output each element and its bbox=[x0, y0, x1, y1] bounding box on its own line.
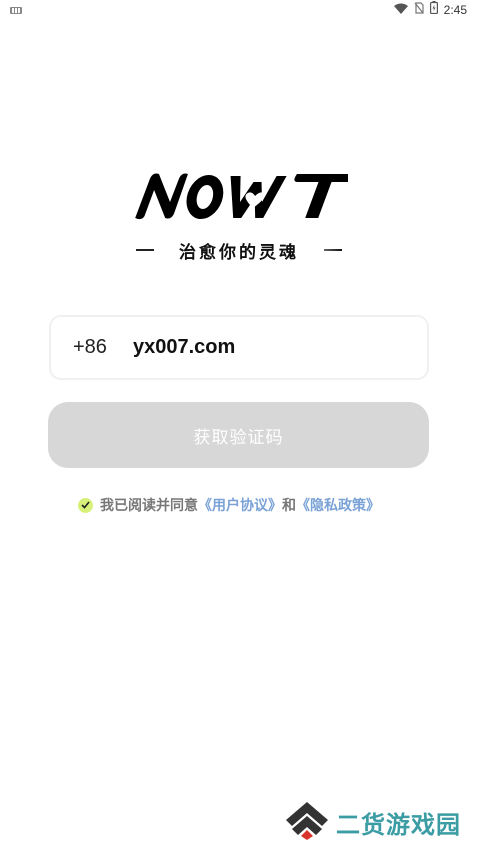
user-agreement-link[interactable]: 《用户协议》 bbox=[198, 495, 282, 515]
status-right: 2:45 bbox=[393, 1, 467, 19]
phone-input[interactable] bbox=[133, 327, 403, 368]
country-code[interactable]: +86 bbox=[73, 336, 133, 359]
slogan-row: 治愈你的灵魂 bbox=[136, 238, 342, 263]
slogan-dash-right bbox=[324, 249, 342, 251]
keyboard-icon bbox=[10, 6, 22, 14]
status-bar: 2:45 bbox=[0, 0, 477, 20]
watermark: 二货游戏园 bbox=[284, 800, 474, 844]
status-time: 2:45 bbox=[443, 3, 467, 17]
privacy-policy-link[interactable]: 《隐私政策》 bbox=[296, 495, 380, 515]
login-screen: 2:45 治愈你的灵魂 +86 yx007.com 获取验证码 我已阅读并同意 … bbox=[0, 0, 477, 848]
phone-input-box[interactable]: +86 bbox=[49, 315, 429, 380]
agreement-prefix: 我已阅读并同意 bbox=[100, 498, 198, 514]
agreement-check-icon[interactable] bbox=[78, 497, 93, 513]
app-logo bbox=[130, 168, 348, 224]
slogan: 治愈你的灵魂 bbox=[179, 242, 299, 263]
battery-charging-icon bbox=[429, 1, 438, 19]
agreement-conjunction: 和 bbox=[282, 498, 296, 514]
agreement-row: 我已阅读并同意 《用户协议》 和 《隐私政策》 bbox=[78, 494, 380, 516]
get-code-button[interactable]: 获取验证码 bbox=[48, 402, 429, 468]
status-left bbox=[10, 6, 22, 14]
no-sim-icon bbox=[414, 1, 424, 19]
slogan-dash-left bbox=[136, 249, 154, 251]
watermark-logo-icon bbox=[284, 800, 330, 844]
watermark-text: 二货游戏园 bbox=[336, 810, 461, 839]
wifi-icon bbox=[393, 1, 408, 19]
